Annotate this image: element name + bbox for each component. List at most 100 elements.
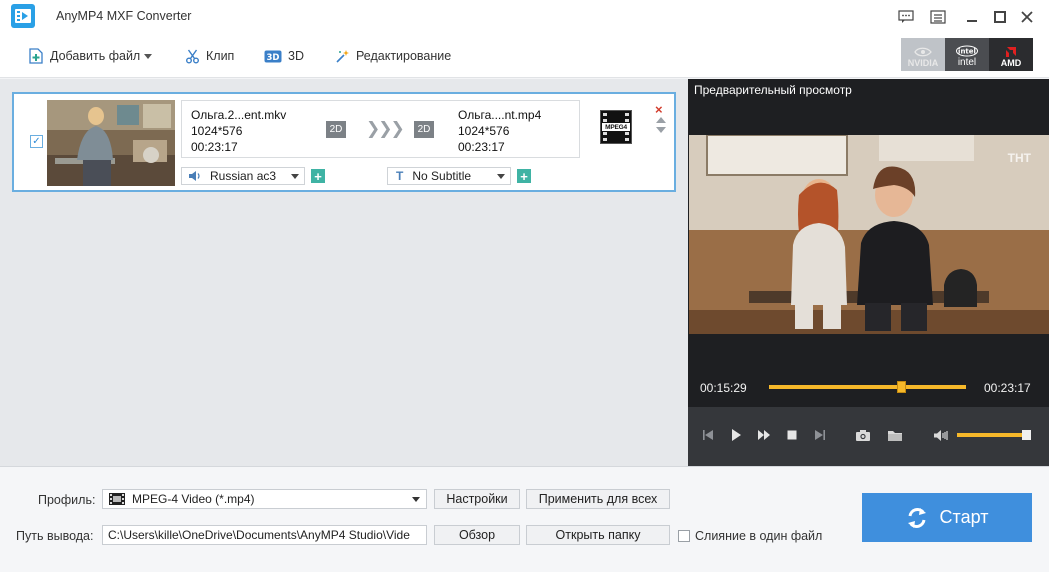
film-icon (109, 493, 125, 505)
title-bar: AnyMP4 MXF Converter (0, 0, 1049, 34)
toolbar: Добавить файл Клип 3D 3D Редактирование … (0, 34, 1049, 78)
output-resolution: 1024*576 (458, 124, 510, 138)
app-logo-icon (11, 4, 35, 28)
3d-icon: 3D (264, 48, 282, 64)
maximize-icon[interactable] (991, 8, 1009, 26)
scissors-icon (184, 48, 200, 64)
file-checkbox[interactable]: ✓ (30, 135, 43, 148)
stop-icon[interactable] (784, 427, 800, 443)
channel-watermark: ТНТ (1007, 151, 1031, 165)
output-path-label: Путь вывода: (16, 529, 94, 543)
clip-label: Клип (206, 49, 235, 63)
chevron-down-icon (497, 174, 505, 179)
source-resolution: 1024*576 (191, 124, 243, 138)
edit-button[interactable]: Редактирование (334, 46, 451, 66)
add-file-button[interactable]: Добавить файл (28, 46, 153, 66)
source-2d-badge: 2D (326, 121, 346, 138)
intel-icon: intel (956, 45, 978, 57)
open-folder-button[interactable]: Открыть папку (526, 525, 670, 545)
magic-wand-icon (334, 48, 350, 64)
audio-track-select[interactable]: Russian ac3 (181, 167, 305, 185)
amd-label: AMD (1000, 58, 1022, 68)
video-thumbnail (47, 100, 175, 186)
amd-icon (1006, 47, 1016, 57)
svg-text:3D: 3D (267, 53, 280, 63)
move-up-icon[interactable] (656, 117, 666, 123)
subtitle-select[interactable]: T No Subtitle (387, 167, 511, 185)
svg-text:intel: intel (958, 48, 976, 56)
folder-icon[interactable] (887, 427, 903, 443)
player-controls (688, 407, 1049, 466)
merge-checkbox[interactable] (678, 530, 690, 542)
previous-icon[interactable] (700, 427, 716, 443)
total-time: 00:23:17 (984, 381, 1031, 395)
clip-button[interactable]: Клип (184, 46, 234, 66)
3d-button[interactable]: 3D 3D (264, 46, 304, 66)
add-audio-track-button[interactable]: + (311, 169, 325, 183)
output-file-info: Ольга....nt.mp4 1024*576 00:23:17 (458, 107, 541, 155)
browse-button[interactable]: Обзор (434, 525, 520, 545)
seek-bar[interactable] (769, 385, 966, 389)
volume-handle[interactable] (1022, 430, 1032, 440)
conversion-info-box: Ольга.2...ent.mkv 1024*576 00:23:17 2D ❯… (181, 100, 580, 158)
merge-label: Слияние в один файл (695, 529, 823, 543)
feedback-icon[interactable] (897, 8, 915, 26)
format-badge-label: MPEG4 (605, 124, 627, 131)
play-icon[interactable] (728, 427, 744, 443)
apply-to-all-button[interactable]: Применить для всех (526, 489, 670, 509)
output-path-field[interactable]: C:\Users\kille\OneDrive\Documents\AnyMP4… (102, 525, 427, 545)
minimize-icon[interactable] (963, 8, 981, 26)
video-preview: ТНТ (689, 135, 1049, 334)
volume-slider[interactable] (957, 433, 1027, 437)
add-file-icon (28, 48, 44, 64)
file-item[interactable]: ✓ Ольга.2...ent.mkv 1024*576 00:23:17 2D… (12, 92, 676, 192)
source-file-name: Ольга.2...ent.mkv (191, 108, 287, 122)
output-duration: 00:23:17 (458, 140, 505, 154)
chevron-down-icon (412, 497, 420, 502)
profile-select[interactable]: MPEG-4 Video (*.mp4) (102, 489, 427, 509)
intel-acceleration-badge[interactable]: intel intel (945, 38, 989, 71)
output-settings: Профиль: MPEG-4 Video (*.mp4) Настройки … (0, 466, 1049, 572)
source-file-info: Ольга.2...ent.mkv 1024*576 00:23:17 (191, 107, 286, 155)
chevron-down-icon[interactable] (144, 53, 153, 59)
preview-panel: Предварительный просмотр ТНТ 00:15:29 00… (688, 79, 1049, 466)
file-list-panel: ✓ Ольга.2...ent.mkv 1024*576 00:23:17 2D… (0, 79, 688, 466)
settings-button[interactable]: Настройки (434, 489, 520, 509)
output-file-name: Ольга....nt.mp4 (458, 108, 542, 122)
nvidia-label: NVIDIA (907, 58, 939, 68)
preview-title: Предварительный просмотр (694, 83, 852, 97)
text-icon: T (396, 169, 404, 183)
edit-label: Редактирование (356, 49, 452, 63)
move-down-icon[interactable] (656, 127, 666, 133)
audio-track-value: Russian ac3 (210, 169, 277, 183)
seek-handle[interactable] (896, 381, 906, 393)
start-label: Старт (939, 507, 989, 527)
add-subtitle-button[interactable]: + (517, 169, 531, 183)
convert-refresh-icon (907, 507, 926, 528)
close-icon[interactable] (1018, 8, 1036, 26)
convert-arrows-icon: ❯❯❯ (366, 119, 405, 138)
3d-label: 3D (288, 49, 304, 63)
nvidia-icon (914, 47, 932, 57)
next-icon[interactable] (812, 427, 828, 443)
chevron-down-icon (291, 174, 299, 179)
fast-forward-icon[interactable] (756, 427, 772, 443)
volume-icon[interactable] (933, 427, 949, 443)
profile-value: MPEG-4 Video (*.mp4) (132, 492, 255, 506)
output-2d-badge: 2D (414, 121, 434, 138)
window-title: AnyMP4 MXF Converter (56, 9, 192, 23)
output-format-icon[interactable]: MPEG4 (600, 110, 632, 144)
nvidia-acceleration-badge[interactable]: NVIDIA (901, 38, 945, 71)
current-time: 00:15:29 (700, 381, 747, 395)
speaker-icon (189, 171, 200, 181)
intel-label: intel (957, 57, 977, 68)
menu-icon[interactable] (929, 8, 947, 26)
amd-acceleration-badge[interactable]: AMD (989, 38, 1033, 71)
start-button[interactable]: Старт (862, 493, 1032, 542)
add-file-label: Добавить файл (50, 49, 141, 63)
source-duration: 00:23:17 (191, 140, 238, 154)
camera-icon[interactable] (855, 427, 871, 443)
profile-label: Профиль: (38, 493, 96, 507)
remove-item-icon[interactable]: × (655, 103, 663, 116)
subtitle-value: No Subtitle (412, 169, 472, 183)
